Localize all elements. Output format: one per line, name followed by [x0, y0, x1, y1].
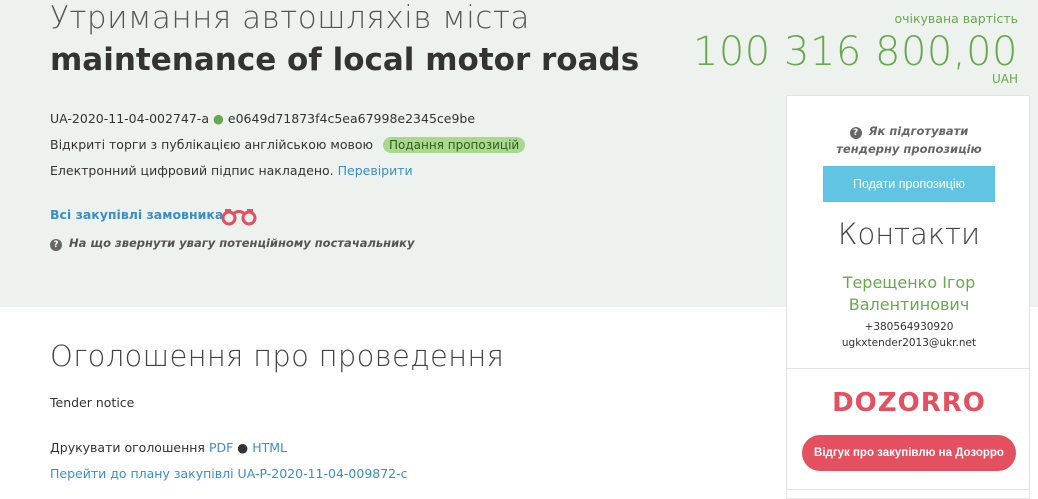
- expected-price-value: 100 316 800,00: [692, 29, 1018, 75]
- supplier-hint-text: На що звернути увагу потенційному постач…: [69, 236, 415, 250]
- how-to-prepare-link[interactable]: ? Як підготувати тендерну пропозицію: [787, 122, 1031, 158]
- binoculars-icon[interactable]: [220, 206, 258, 226]
- separator-dot: ●: [237, 440, 249, 455]
- dozorro-review-button[interactable]: Відгук про закупівлю на Дозорро: [802, 435, 1016, 471]
- contact-email: ugkxtender2013@ukr.net: [841, 337, 977, 349]
- price-currency: UAH: [991, 72, 1018, 86]
- signature-row: Електронний цифровий підпис накладено. П…: [50, 163, 413, 178]
- tender-title-en: maintenance of local motor roads: [50, 42, 640, 78]
- submit-bid-button[interactable]: Подати пропозицію: [823, 166, 995, 202]
- supplier-hint-link[interactable]: ? На що звернути увагу потенційному поста…: [50, 236, 414, 251]
- procurement-plan-link[interactable]: Перейти до плану закупівлі UA-P-2020-11-…: [50, 466, 408, 481]
- signature-text: Електронний цифровий підпис накладено.: [50, 163, 334, 178]
- tender-title-ua: Утримання автошляхів міста: [50, 0, 530, 36]
- contact-phone: +380564930920: [864, 321, 954, 333]
- procedure-type: Відкриті торги з публікацією англійською…: [50, 137, 373, 152]
- print-row: Друкувати оголошення PDF ● HTML: [50, 440, 287, 455]
- question-icon: ?: [849, 127, 862, 139]
- dozorro-logo[interactable]: DOZORRO: [787, 388, 1031, 418]
- print-html-link[interactable]: HTML: [252, 440, 287, 455]
- expected-price-label: очікувана вартість: [894, 11, 1018, 26]
- question-icon: ?: [50, 239, 62, 251]
- verify-signature-link[interactable]: Перевірити: [338, 163, 413, 178]
- tender-id: UA-2020-11-04-002747-a: [50, 111, 209, 126]
- print-pdf-link[interactable]: PDF: [209, 440, 233, 455]
- divider: [787, 368, 1029, 369]
- tender-notice-text: Tender notice: [50, 395, 135, 410]
- tender-id-row: UA-2020-11-04-002747-a ● e0649d71873f4c5ea…: [50, 111, 475, 126]
- print-label: Друкувати оголошення: [50, 440, 205, 455]
- contact-name: Терещенко Ігор Валентинович: [842, 273, 976, 314]
- announcement-title: Оголошення про проведення: [50, 339, 505, 373]
- separator-dot: ●: [212, 111, 224, 126]
- tender-hash: e0649d71873f4c5ea67998e2345ce9be: [227, 111, 476, 126]
- procedure-row: Відкриті торги з публікацією англійською…: [50, 137, 526, 153]
- divider: [787, 489, 1029, 490]
- status-badge: Подання пропозицій: [383, 137, 526, 153]
- buyer-tenders-link[interactable]: Всі закупівлі замовника: [50, 207, 223, 222]
- contacts-title: Контакти: [837, 217, 981, 251]
- sidebar-panel: ? Як підготувати тендерну пропозицію Пода…: [786, 95, 1030, 499]
